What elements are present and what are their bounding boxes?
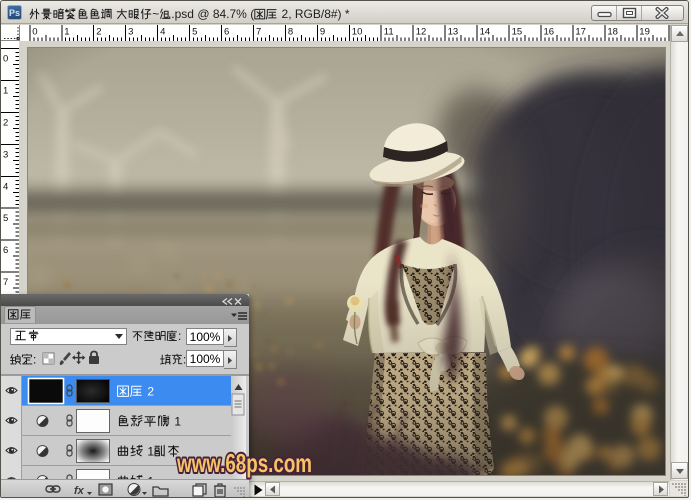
svg-text:.psd @ 84.7% (: .psd @ 84.7% (	[171, 7, 254, 21]
svg-text:2, RGB/8#) *: 2, RGB/8#) *	[278, 7, 350, 21]
svg-text:17: 17	[575, 27, 586, 38]
svg-text:1: 1	[64, 27, 69, 38]
svg-text:3: 3	[3, 149, 8, 160]
svg-text:9: 9	[320, 27, 325, 38]
svg-text:15: 15	[512, 27, 523, 38]
svg-text::: :	[178, 329, 181, 343]
svg-text:1: 1	[171, 414, 181, 428]
svg-text:4: 4	[3, 181, 8, 192]
svg-text:3: 3	[128, 27, 133, 38]
svg-text:8: 8	[288, 27, 293, 38]
svg-text:1: 1	[144, 444, 154, 458]
svg-text:1: 1	[3, 86, 8, 97]
svg-text::: :	[33, 353, 36, 367]
svg-text:12: 12	[416, 27, 427, 38]
svg-text:10: 10	[352, 27, 363, 38]
svg-text:2: 2	[96, 27, 101, 38]
svg-text:4: 4	[160, 27, 165, 38]
svg-text:7: 7	[256, 27, 261, 38]
svg-text:16: 16	[544, 27, 555, 38]
svg-text:2: 2	[3, 117, 8, 128]
svg-text:18: 18	[607, 27, 618, 38]
svg-text:19: 19	[639, 27, 650, 38]
svg-text:6: 6	[3, 245, 8, 256]
svg-text:fx: fx	[74, 485, 85, 497]
svg-text:www.68ps.com: www.68ps.com	[176, 448, 312, 478]
svg-text:5: 5	[192, 27, 197, 38]
svg-text:6: 6	[224, 27, 229, 38]
svg-text:5: 5	[3, 213, 8, 224]
svg-text:0: 0	[32, 27, 37, 38]
svg-text:2: 2	[144, 384, 154, 398]
svg-text:14: 14	[480, 27, 491, 38]
svg-text:~: ~	[152, 7, 159, 21]
svg-text:0: 0	[3, 54, 8, 65]
svg-text:13: 13	[448, 27, 459, 38]
svg-text:11: 11	[384, 27, 394, 38]
svg-text:7: 7	[3, 277, 8, 288]
